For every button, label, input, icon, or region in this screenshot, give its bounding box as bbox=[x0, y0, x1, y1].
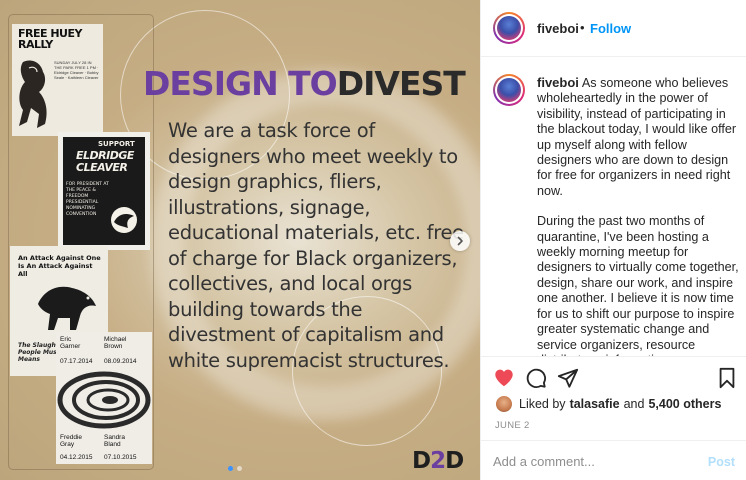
poster-eldridge-cleaver: SUPPORT ELDRIDGE CLEAVER FOR PRESIDENT A… bbox=[58, 132, 150, 250]
poster-details: FOR PRESIDENT AT THE PEACE & FREEDOM PRE… bbox=[66, 182, 109, 217]
dove-icon bbox=[111, 207, 137, 233]
poster-free-huey: FREE HUEY RALLY SUNDAY JULY 28 IN THE PA… bbox=[12, 24, 103, 136]
panther-illustration-icon bbox=[38, 286, 96, 330]
liker-avatar[interactable] bbox=[495, 395, 513, 413]
carousel-dot bbox=[237, 466, 242, 471]
paper-plane-icon[interactable] bbox=[557, 367, 579, 389]
liked-by-label: Liked by bbox=[519, 397, 566, 411]
post-image: FREE HUEY RALLY SUNDAY JULY 28 IN THE PA… bbox=[0, 0, 480, 480]
poster-details: SUNDAY JULY 28 IN THE PARK FREE 1 PM · E… bbox=[54, 60, 99, 80]
comment-input[interactable] bbox=[493, 452, 693, 470]
heart-icon[interactable] bbox=[493, 367, 515, 389]
add-comment-bar: Post bbox=[481, 440, 746, 480]
liker-username[interactable]: talasafie bbox=[570, 397, 620, 411]
poster-date: 07.10.2015 bbox=[104, 454, 137, 461]
post-header: fiveboi • Follow bbox=[481, 0, 746, 57]
poster-name: Michael Brown bbox=[104, 336, 127, 350]
action-bar bbox=[481, 356, 746, 396]
poster-date: 08.09.2014 bbox=[104, 358, 137, 365]
d2d-logo: D2D bbox=[412, 448, 464, 474]
caption-area: fiveboi As someone who believes wholehear… bbox=[481, 58, 746, 356]
post-body-text: We are a task force of designers who mee… bbox=[168, 119, 464, 372]
post-comment-button[interactable]: Post bbox=[708, 455, 735, 469]
follow-button[interactable]: Follow bbox=[590, 21, 631, 36]
caption-username[interactable]: fiveboi bbox=[537, 75, 579, 90]
poster-date: 07.17.2014 bbox=[60, 358, 93, 365]
poster-name: Sandra Bland bbox=[104, 434, 125, 448]
poster-date: 04.12.2015 bbox=[60, 454, 93, 461]
logo-number: 2 bbox=[430, 448, 446, 474]
panther-illustration-icon bbox=[19, 60, 47, 128]
logo-letter: D bbox=[445, 448, 464, 474]
header-username[interactable]: fiveboi bbox=[537, 21, 579, 36]
post-caption: fiveboi As someone who believes wholehear… bbox=[537, 75, 739, 356]
headline-divest: DIVEST bbox=[336, 64, 466, 103]
post-date[interactable]: JUNE 2 bbox=[495, 420, 530, 431]
avatar[interactable] bbox=[493, 74, 525, 106]
poster-name: ELDRIDGE CLEAVER bbox=[76, 149, 134, 174]
poster-name: Freddie Gray bbox=[60, 434, 83, 448]
headline-design-to: DESIGN TO bbox=[143, 64, 338, 103]
comment-icon[interactable] bbox=[525, 367, 547, 389]
caption-paragraph: During the past two months of quarantine… bbox=[537, 214, 739, 356]
likes-count[interactable]: 5,400 others bbox=[648, 397, 721, 411]
post-sidebar: fiveboi • Follow fiveboi As someone who b… bbox=[480, 0, 746, 480]
poster-name: Eric Garner bbox=[60, 336, 81, 350]
post-headline: DESIGN TODIVEST bbox=[143, 64, 466, 103]
carousel-dot bbox=[228, 466, 233, 471]
caption-paragraph: As someone who believes wholeheartedly i… bbox=[537, 76, 737, 198]
carousel-indicator bbox=[228, 466, 242, 471]
likes-conjunction: and bbox=[623, 397, 645, 411]
bookmark-icon[interactable] bbox=[717, 367, 737, 389]
ripple-illustration-icon bbox=[57, 371, 151, 429]
avatar[interactable] bbox=[493, 12, 525, 44]
poster-title: FREE HUEY RALLY bbox=[18, 27, 82, 51]
chevron-right-icon bbox=[457, 236, 463, 246]
likes-summary: Liked by talasafie and 5,400 others bbox=[495, 395, 721, 413]
poster-names-dates: Eric Garner 07.17.2014 Michael Brown 08.… bbox=[56, 332, 152, 464]
logo-letter: D bbox=[412, 448, 431, 474]
separator-dot: • bbox=[580, 20, 585, 35]
next-slide-button[interactable] bbox=[450, 231, 470, 251]
poster-support: SUPPORT bbox=[98, 140, 135, 148]
